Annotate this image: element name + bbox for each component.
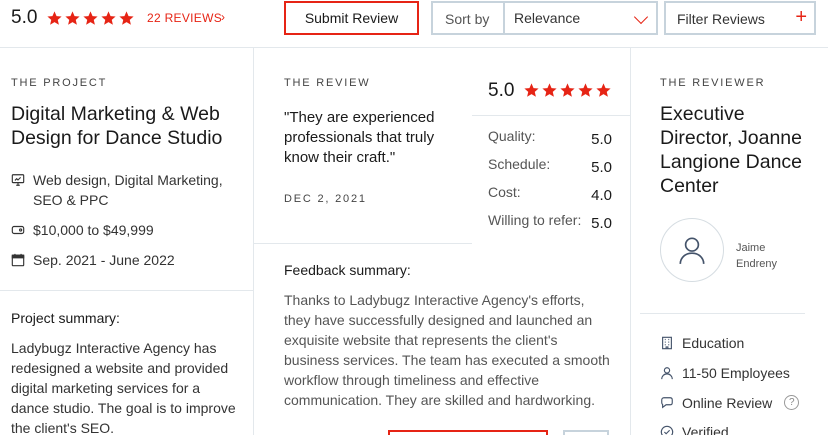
divider xyxy=(640,313,805,314)
chevron-down-icon xyxy=(633,9,649,25)
score-row-schedule: Schedule: 5.0 xyxy=(488,156,612,184)
reviewer-verified-text: Verified xyxy=(682,424,729,435)
read-full-review-button[interactable] xyxy=(388,430,548,435)
tag-icon xyxy=(11,225,25,235)
sort-by-label: Sort by xyxy=(431,1,503,35)
score-value: 5.0 xyxy=(591,215,612,232)
divider xyxy=(472,115,630,116)
score-label: Cost: xyxy=(488,184,521,200)
project-budget-text: $10,000 to $49,999 xyxy=(33,222,154,238)
chat-icon xyxy=(661,397,673,409)
reviewer-industry-text: Education xyxy=(682,335,745,351)
review-overall-score: 5.0 xyxy=(488,80,515,101)
project-services-text: Web design, Digital Marketing, SEO & PPC xyxy=(33,172,223,208)
reviewer-industry: Education xyxy=(660,335,744,351)
star-icon xyxy=(542,83,557,97)
score-label: Willing to refer: xyxy=(488,212,582,228)
star-icon xyxy=(596,83,611,97)
divider xyxy=(0,290,253,291)
feedback-summary-heading: Feedback summary: xyxy=(284,262,411,278)
project-heading: THE PROJECT xyxy=(11,77,108,89)
check-icon xyxy=(660,425,674,435)
score-label: Quality: xyxy=(488,128,536,144)
building-icon xyxy=(662,336,672,350)
score-row-quality: Quality: 5.0 xyxy=(488,128,612,156)
review-quote: "They are experienced professionals that… xyxy=(284,109,435,166)
plus-icon: + xyxy=(795,6,807,28)
reviewer-verified: Verified xyxy=(660,424,729,435)
star-icon xyxy=(560,83,575,97)
project-summary-heading: Project summary: xyxy=(11,310,120,326)
share-button[interactable] xyxy=(563,430,609,435)
score-row-cost: Cost: 4.0 xyxy=(488,184,612,212)
star-icon xyxy=(65,11,80,25)
user-icon xyxy=(679,237,705,264)
filter-reviews-label: Filter Reviews xyxy=(677,11,765,27)
review-header-bar: 5.0 22 REVIEWS › Submit Review Sort by R… xyxy=(0,0,828,48)
star-icon xyxy=(119,11,134,25)
score-value: 5.0 xyxy=(591,159,612,176)
project-title: Digital Marketing & Web Design for Dance… xyxy=(11,103,223,149)
reviews-count-link[interactable]: 22 REVIEWS xyxy=(147,11,222,25)
divider xyxy=(253,243,472,244)
project-dates-text: Sep. 2021 - June 2022 xyxy=(33,252,175,268)
sort-select-value: Relevance xyxy=(514,10,581,26)
project-dates: Sep. 2021 - June 2022 xyxy=(11,250,175,270)
reviewer-employees-text: 11-50 Employees xyxy=(682,365,790,381)
project-budget: $10,000 to $49,999 xyxy=(11,220,154,240)
column-divider xyxy=(630,48,631,435)
reviewer-name: Jaime Endreny xyxy=(736,242,777,270)
review-date: DEC 2, 2021 xyxy=(284,193,367,205)
project-summary-text: Ladybugz Interactive Agency has redesign… xyxy=(11,340,236,435)
reviewer-employees: 11-50 Employees xyxy=(660,365,790,381)
overall-rating: 5.0 xyxy=(11,7,38,28)
score-value: 4.0 xyxy=(591,187,612,204)
star-icon xyxy=(578,83,593,97)
project-services: Web design, Digital Marketing, SEO & PPC xyxy=(11,170,241,210)
review-stars xyxy=(523,82,612,99)
score-breakdown: Quality: 5.0 Schedule: 5.0 Cost: 4.0 Wil… xyxy=(488,128,612,240)
reviewer-review-type: Online Review ? xyxy=(660,395,800,411)
reviewer-heading: THE REVIEWER xyxy=(660,77,766,89)
monitor-icon xyxy=(11,174,25,186)
filter-reviews-button[interactable]: Filter Reviews + xyxy=(664,1,816,35)
score-label: Schedule: xyxy=(488,156,551,172)
avatar xyxy=(660,218,724,282)
reviewer-review-type-text: Online Review xyxy=(682,395,773,411)
column-divider xyxy=(253,48,254,435)
star-icon xyxy=(83,11,98,25)
reviewer-title: Executive Director, Joanne Langione Danc… xyxy=(660,103,803,197)
rating-stars xyxy=(46,10,135,27)
feedback-summary-text: Thanks to Ladybugz Interactive Agency's … xyxy=(284,292,610,408)
person-icon xyxy=(661,367,673,380)
star-icon xyxy=(47,11,62,25)
sort-select[interactable]: Relevance xyxy=(503,1,658,35)
chevron-right-icon[interactable]: › xyxy=(221,10,225,24)
score-row-refer: Willing to refer: 5.0 xyxy=(488,212,612,240)
star-icon xyxy=(524,83,539,97)
help-icon[interactable]: ? xyxy=(784,395,800,410)
review-heading: THE REVIEW xyxy=(284,77,371,89)
submit-review-button[interactable]: Submit Review xyxy=(284,1,419,35)
score-value: 5.0 xyxy=(591,131,612,148)
calendar-icon xyxy=(11,253,25,267)
star-icon xyxy=(101,11,116,25)
